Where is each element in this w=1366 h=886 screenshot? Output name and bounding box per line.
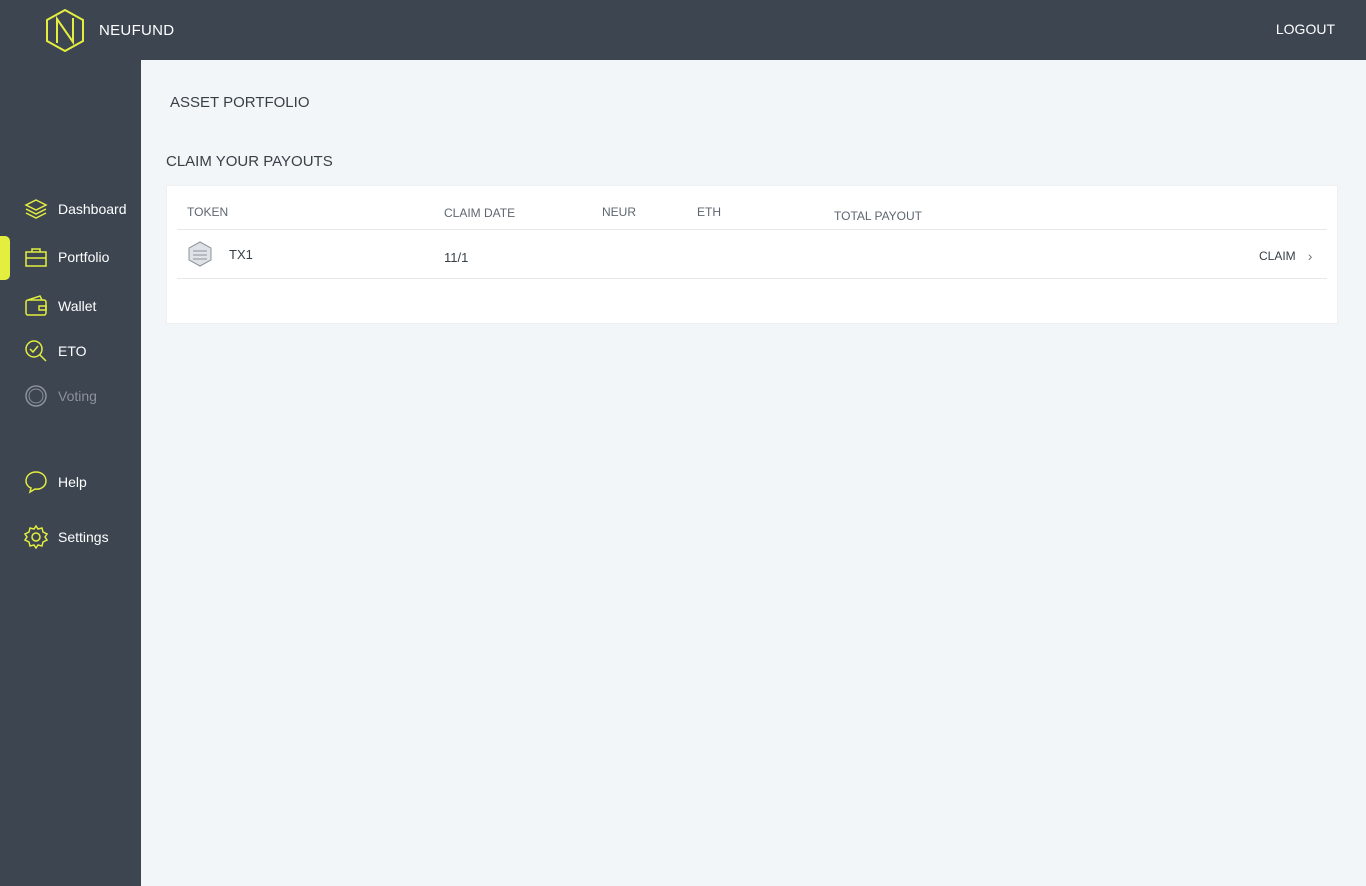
sidebar-item-label: Wallet <box>58 298 97 314</box>
claim-label: CLAIM <box>1259 249 1296 263</box>
tx1-token-icon <box>188 241 212 267</box>
eto-search-icon <box>23 338 49 364</box>
sidebar-item-voting[interactable]: Voting <box>0 376 141 416</box>
brand-name: NEUFUND <box>99 22 175 39</box>
sidebar-item-label: Dashboard <box>58 201 127 217</box>
sidebar-item-wallet[interactable]: Wallet <box>0 286 141 326</box>
sidebar-item-dashboard[interactable]: Dashboard <box>0 189 141 229</box>
token-name: TX1 <box>229 247 253 262</box>
col-total-payout: TOTAL PAYOUT <box>834 209 923 223</box>
sidebar-item-help[interactable]: Help <box>0 462 141 502</box>
sidebar-item-eto[interactable]: ETO <box>0 331 141 371</box>
page-title: ASSET PORTFOLIO <box>170 94 310 111</box>
top-bar: NEUFUND LOGOUT <box>0 0 1366 60</box>
briefcase-icon <box>23 244 49 270</box>
sidebar-item-label: Help <box>58 474 87 490</box>
logout-button[interactable]: LOGOUT <box>1276 21 1335 37</box>
sidebar: Dashboard Portfolio Wallet ETO Voting He… <box>0 60 141 886</box>
col-token: TOKEN <box>187 205 229 219</box>
sidebar-item-label: Settings <box>58 529 109 545</box>
col-eth: ETH <box>697 205 721 219</box>
wallet-icon <box>23 293 49 319</box>
sidebar-item-portfolio[interactable]: Portfolio <box>0 237 141 277</box>
neu-token-icon <box>189 343 215 369</box>
chat-bubble-icon <box>23 469 49 495</box>
claim-date: 11/1 <box>444 250 469 265</box>
chevron-right-icon: › <box>1307 248 1313 264</box>
divider <box>177 278 1327 279</box>
col-neur: NEUR <box>602 205 637 219</box>
vote-icon <box>23 383 49 409</box>
layers-icon <box>23 196 49 222</box>
neufund-logo-icon <box>46 9 84 52</box>
sidebar-item-label: Voting <box>58 388 97 404</box>
payouts-title: CLAIM YOUR PAYOUTS <box>166 153 333 170</box>
sidebar-item-label: Portfolio <box>58 249 110 265</box>
sidebar-item-label: ETO <box>58 343 87 359</box>
payouts-table: TOKEN CLAIM DATE NEUR ETH TOTAL PAYOUT T… <box>166 185 1338 324</box>
main-content: ASSET PORTFOLIO CLAIM YOUR PAYOUTS TOKEN… <box>141 60 1366 886</box>
sidebar-item-settings[interactable]: Settings <box>0 517 141 557</box>
gear-icon <box>23 524 49 550</box>
brand[interactable]: NEUFUND <box>46 9 174 52</box>
claim-button[interactable]: CLAIM › <box>1259 248 1312 264</box>
col-claim-date: CLAIM DATE <box>444 206 516 220</box>
divider <box>177 229 1327 230</box>
